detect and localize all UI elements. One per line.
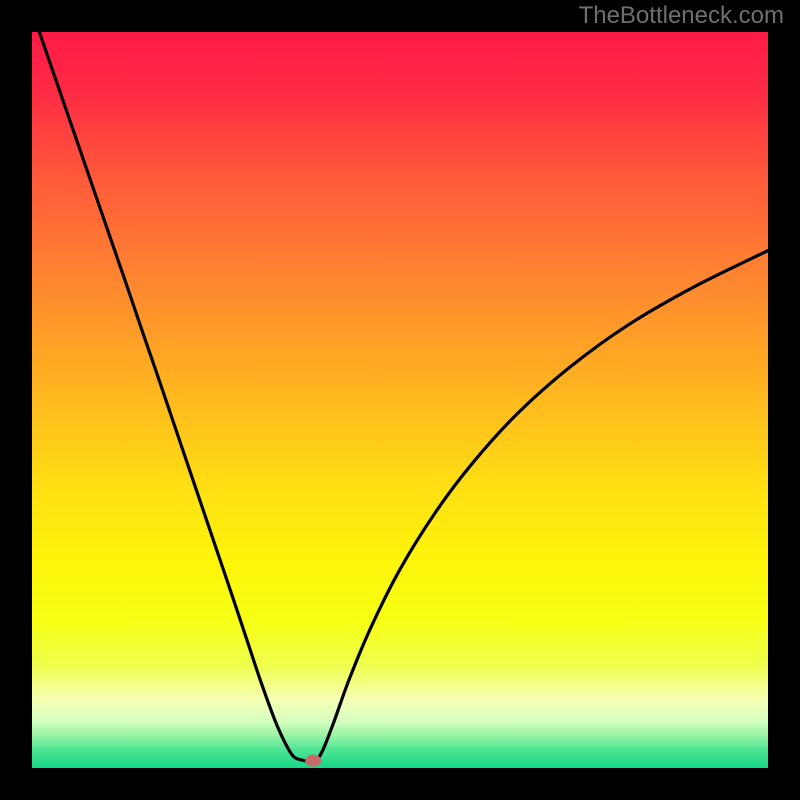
watermark-text: TheBottleneck.com	[579, 2, 784, 30]
gradient-background	[32, 32, 768, 768]
chart-container: { "watermark": "TheBottleneck.com", "cha…	[0, 0, 800, 800]
optimum-marker	[305, 755, 321, 767]
bottleneck-chart	[32, 32, 768, 768]
